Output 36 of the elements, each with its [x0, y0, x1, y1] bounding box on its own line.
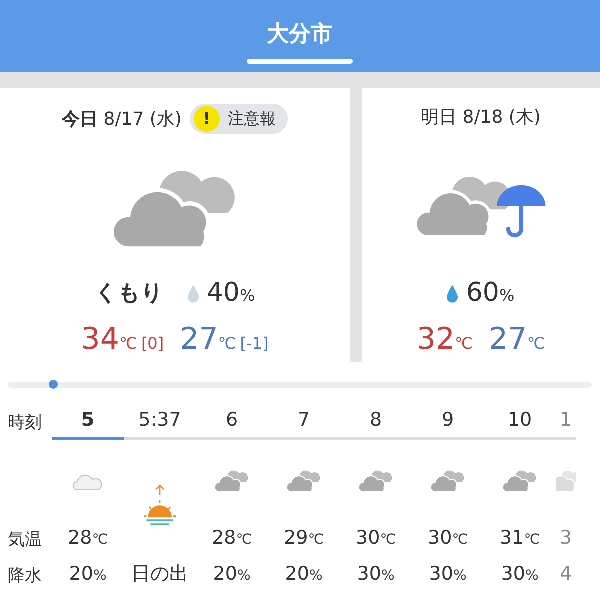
hour-precip: 30% — [501, 562, 539, 587]
low-temp: 27℃ [-1] — [180, 321, 269, 359]
hour-temp: 30℃ — [356, 526, 396, 551]
hour-temp: 3 — [560, 526, 572, 551]
row-label: 降水 — [8, 565, 42, 588]
hour-precip: 20% — [69, 562, 107, 587]
hour-precip: 20% — [213, 562, 251, 587]
day-label: 今日 8/17 (水) — [62, 108, 182, 132]
high-temp: 34℃ [0] — [81, 321, 164, 359]
hour-tab[interactable]: 5 — [52, 404, 124, 440]
hour-tab[interactable]: 9 — [412, 404, 484, 440]
hour-tab[interactable]: 8 — [340, 404, 412, 440]
hour-tab[interactable]: 10 — [484, 404, 556, 440]
hour-precip: 20% — [285, 562, 323, 587]
row-label: 気温 — [8, 529, 42, 552]
precip-value: 60% — [466, 277, 515, 310]
hour-temp: 31℃ — [500, 526, 540, 551]
hour-temp: 28℃ — [68, 526, 108, 551]
hour-tab[interactable]: 5:37 — [124, 404, 196, 440]
hour-tab[interactable]: 6 — [196, 404, 268, 440]
hour-temp: 28℃ — [212, 526, 252, 551]
high-temp: 32℃ — [416, 321, 473, 359]
hour-temp: 29℃ — [284, 526, 324, 551]
precip-value: 40% — [206, 277, 256, 310]
hour-precip: 30% — [357, 562, 395, 587]
hour-precip: 4 — [560, 562, 572, 587]
hour-temp: 30℃ — [428, 526, 468, 551]
low-temp: 27℃ — [489, 321, 546, 359]
hour-tab[interactable]: 7 — [268, 404, 340, 440]
day-label: 明日 8/18 (木) — [421, 106, 541, 130]
weather-label: くもり — [94, 280, 164, 308]
row-label: 時刻 — [8, 412, 42, 435]
city-title: 大分市 — [267, 20, 333, 49]
sunrise-label: 日の出 — [132, 562, 188, 587]
alert-badge[interactable]: ! 注意報 — [190, 104, 288, 134]
hour-precip: 30% — [429, 562, 467, 587]
